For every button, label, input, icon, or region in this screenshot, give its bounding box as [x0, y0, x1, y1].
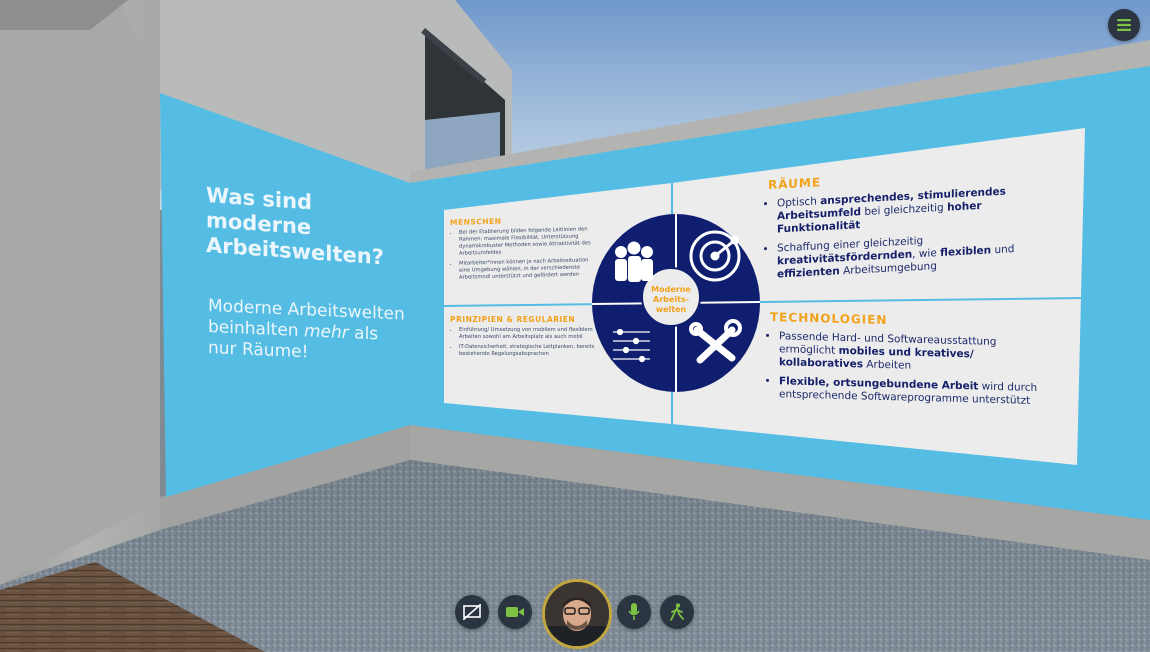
list-item: Mitarbeiter*innen können je nach Arbeits… — [459, 257, 596, 282]
card-list: Einführung/ Umsetzung von mobilem und fl… — [450, 327, 596, 358]
virtual-room-scene: Was sind moderne Arbeitswelten? Moderne … — [0, 0, 1150, 652]
card-list: Optisch ansprechendes, stimulierendes Ar… — [768, 184, 1030, 282]
center-label-line: Moderne — [651, 285, 691, 294]
card-list: Passende Hard- und Softwareausstattung e… — [770, 330, 1042, 408]
center-label: Moderne Arbeits- welten — [644, 285, 698, 315]
text-part: , wie — [912, 246, 941, 261]
text-part: Arbeiten — [863, 358, 912, 372]
walk-icon — [670, 603, 684, 621]
main-menu-button[interactable] — [1108, 9, 1140, 41]
card-menschen: MENSCHEN Bei der Etablierung bilden folg… — [450, 214, 596, 285]
list-item: Einführung/ Umsetzung von mobilem und fl… — [459, 327, 596, 341]
card-list: Bei der Etablierung bilden folgende Leit… — [450, 226, 596, 282]
list-item: IT-Datensicherheit, strategische Leitpla… — [459, 344, 596, 358]
list-item: Bei der Etablierung bilden folgende Leit… — [459, 226, 596, 258]
card-title: MENSCHEN — [450, 216, 502, 227]
list-item: Flexible, ortsungebundene Arbeit wird du… — [779, 375, 1042, 408]
user-avatar[interactable] — [542, 579, 612, 649]
card-title: PRINZIPIEN & REGULARIEN — [450, 315, 576, 324]
user-face-image — [545, 582, 609, 646]
card-raeume: RÄUME Optisch ansprechendes, stimulieren… — [768, 164, 1030, 288]
camera-button[interactable] — [498, 595, 532, 629]
camera-icon — [506, 607, 524, 617]
screen-share-off-icon — [463, 604, 481, 620]
text-bold: flexiblen — [940, 244, 992, 259]
card-prinzipien: PRINZIPIEN & REGULARIEN Einführung/ Umse… — [450, 315, 596, 361]
list-item: Optisch ansprechendes, stimulierendes Ar… — [777, 184, 1030, 236]
microphone-button[interactable] — [617, 595, 651, 629]
list-item: Schaffung einer gleichzeitig kreativität… — [777, 229, 1030, 281]
text-part: und — [991, 243, 1015, 257]
center-label-line: welten — [655, 305, 687, 314]
center-label-line: Arbeits- — [653, 295, 689, 304]
card-title: TECHNOLOGIEN — [770, 310, 888, 328]
text-part: Optisch — [777, 195, 821, 210]
text-bold: effizienten — [777, 265, 840, 281]
microphone-icon — [628, 603, 640, 620]
info-board: MENSCHEN Bei der Etablierung bilden folg… — [0, 0, 1150, 652]
walk-mode-button[interactable] — [660, 595, 694, 629]
card-technologien: TECHNOLOGIEN Passende Hard- und Software… — [770, 310, 1042, 414]
hamburger-menu-icon — [1117, 19, 1131, 31]
screen-share-button[interactable] — [455, 595, 489, 629]
list-item: Passende Hard- und Softwareausstattung e… — [779, 330, 1042, 376]
